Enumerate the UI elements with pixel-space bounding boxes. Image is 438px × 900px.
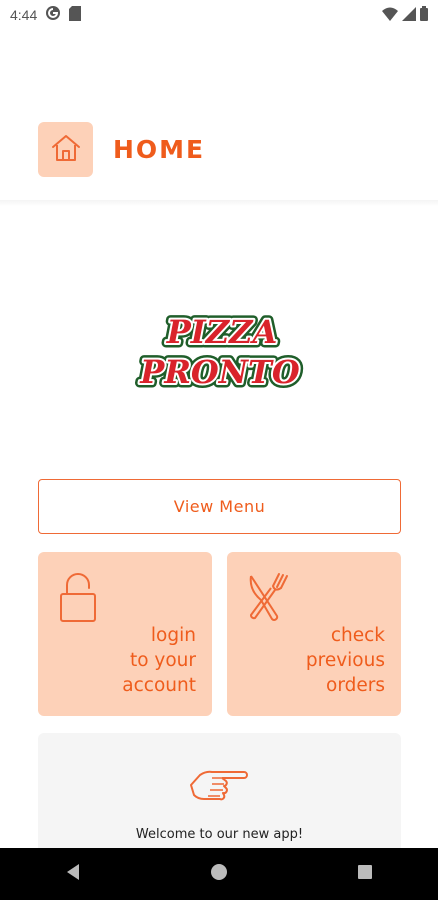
nav-back-button[interactable] <box>43 848 103 900</box>
login-tile-label: login to your account <box>122 625 196 696</box>
previous-orders-tile-label: check previous orders <box>305 625 385 696</box>
battery-icon <box>420 5 428 25</box>
recents-square-icon <box>357 864 373 884</box>
logo-line1: PIZZA <box>166 313 278 351</box>
shield-g-icon <box>45 5 61 25</box>
nav-recents-button[interactable] <box>335 848 395 900</box>
lock-icon <box>58 572 98 628</box>
login-tile[interactable]: login to your account <box>38 552 212 716</box>
wifi-icon <box>382 6 398 25</box>
page-title: HOME <box>113 135 206 164</box>
home-icon-button[interactable] <box>38 122 93 177</box>
previous-orders-tile[interactable]: check previous orders <box>227 552 401 716</box>
home-circle-icon <box>210 863 228 885</box>
back-triangle-icon <box>65 863 81 885</box>
nav-home-button[interactable] <box>189 848 249 900</box>
status-left: 4:44 <box>10 5 82 25</box>
cutlery-icon <box>247 572 291 628</box>
header-divider <box>0 200 438 206</box>
status-bar: 4:44 <box>0 0 438 30</box>
home-icon <box>50 133 82 167</box>
system-nav-bar <box>0 848 438 900</box>
pointing-hand-icon <box>188 763 248 811</box>
view-menu-button[interactable]: View Menu <box>38 479 401 534</box>
sd-card-icon <box>69 5 82 25</box>
pizza-pronto-logo: PIZZA PIZZA PIZZA PRONTO PRONTO PRONTO <box>110 309 330 396</box>
status-time: 4:44 <box>10 7 38 23</box>
signal-icon <box>402 6 416 25</box>
welcome-text: Welcome to our new app! <box>135 827 304 842</box>
page-header: HOME <box>0 100 438 200</box>
status-right <box>382 5 428 25</box>
logo-line2: PRONTO <box>139 353 300 391</box>
